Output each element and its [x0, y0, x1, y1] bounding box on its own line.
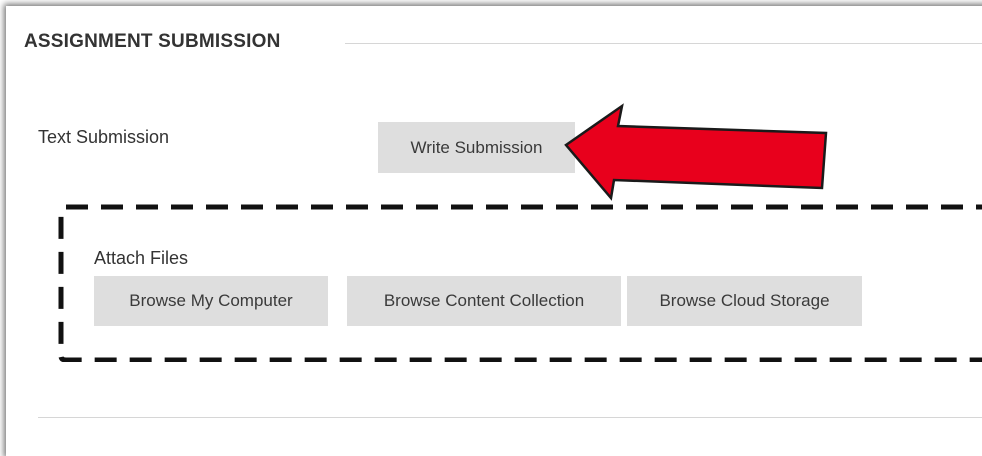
write-submission-button[interactable]: Write Submission	[378, 122, 575, 173]
browse-my-computer-button[interactable]: Browse My Computer	[94, 276, 328, 326]
section-bottom-divider	[38, 417, 982, 418]
section-title-divider	[345, 43, 982, 44]
text-submission-label: Text Submission	[38, 127, 170, 147]
attach-files-label: Attach Files	[94, 248, 189, 268]
browse-cloud-storage-button[interactable]: Browse Cloud Storage	[627, 276, 862, 326]
left-arrow-icon	[564, 103, 828, 201]
browse-content-collection-button[interactable]: Browse Content Collection	[347, 276, 621, 326]
section-title: ASSIGNMENT SUBMISSION	[24, 31, 281, 52]
